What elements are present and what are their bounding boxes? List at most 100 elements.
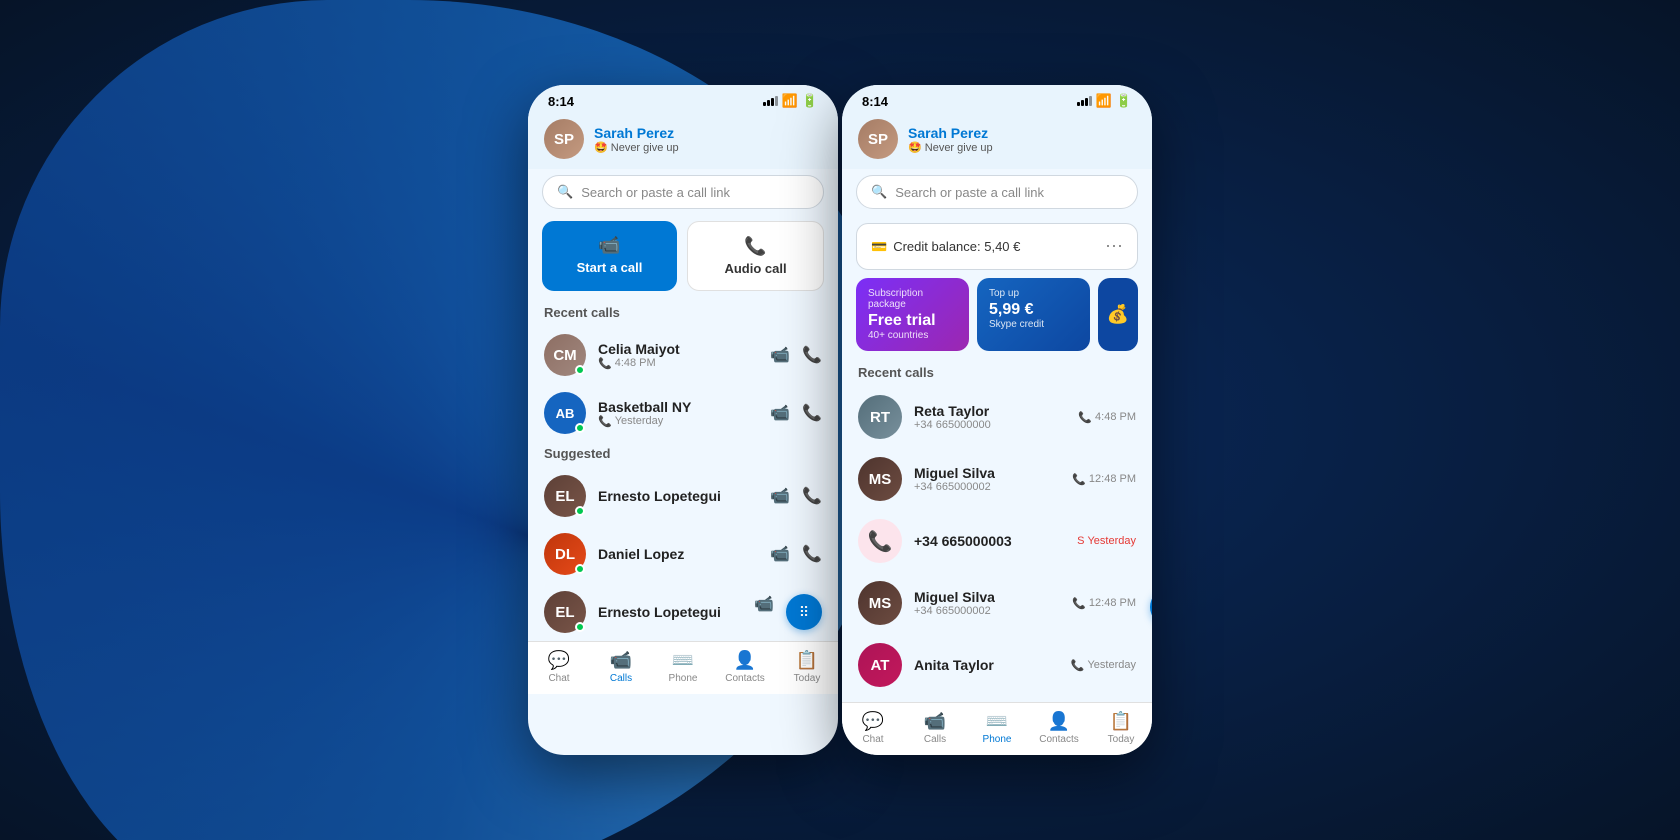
call-time-miguel1: 📞 12:48 PM [1072,473,1136,486]
recent-calls-title-left: Recent calls [528,301,838,326]
nav-today-left[interactable]: 📋 Today [782,650,832,684]
call-anita[interactable]: AT Anita Taylor 📞 Yesterday [842,634,1152,696]
nav-chat-right[interactable]: 💬 Chat [848,711,898,745]
nav-contacts-left[interactable]: 👤 Contacts [720,650,770,684]
nav-calls-left[interactable]: 📹 Calls [596,650,646,684]
contact-ernesto2[interactable]: EL Ernesto Lopetegui 📹 ⠿ [528,583,838,641]
online-indicator [575,365,585,375]
profile-header-left[interactable]: SP Sarah Perez 🤩 Never give up [528,113,838,169]
video-icon-e1[interactable]: 📹 [770,486,790,506]
call-icon-miguel2: 📞 [1072,597,1086,610]
today-label-left: Today [794,673,821,684]
promo-desc-2: Skype credit [989,319,1078,330]
avatar-miguel1: MS [858,457,902,501]
video-icon: 📹 [598,235,620,256]
chat-icon-left: 💬 [548,650,570,671]
time-right: 8:14 [862,94,888,109]
contact-name-daniel: Daniel Lopez [598,546,758,562]
wallet-icon: 💰 [1107,304,1129,325]
avatar-ernesto1: EL [544,475,586,517]
phone-call-icon-2[interactable]: 📞 [802,403,822,423]
audio-icon: 📞 [744,236,766,257]
call-info-reta: Reta Taylor +34 665000000 [914,403,1066,431]
dialpad-fab-right[interactable]: ⠿ [1150,589,1152,625]
bottom-nav-left: 💬 Chat 📹 Calls ⌨️ Phone 👤 Contacts 📋 Tod… [528,641,838,694]
dialpad-fab-left[interactable]: ⠿ [786,594,822,630]
call-icon-2: 📞 [598,415,612,428]
calls-label-left: Calls [610,673,632,684]
profile-status-left: 🤩 Never give up [594,141,822,154]
profile-name-right: Sarah Perez [908,125,1136,141]
call-miguel2[interactable]: MS Miguel Silva +34 665000002 📞 12:48 PM… [842,572,1152,634]
profile-header-right[interactable]: SP Sarah Perez 🤩 Never give up [842,113,1152,169]
contact-daniel[interactable]: DL Daniel Lopez 📹 📞 [528,525,838,583]
promo-card-freetrial[interactable]: Subscription package Free trial 40+ coun… [856,278,969,351]
video-icon-e2[interactable]: 📹 [754,594,774,630]
nav-phone-right[interactable]: ⌨️ Phone [972,711,1022,745]
promo-card-topup[interactable]: Top up 5,99 € Skype credit [977,278,1090,351]
left-phone: 8:14 📶 🔋 SP Sarah Perez � [528,85,838,755]
search-bar-left[interactable]: 🔍 Search or paste a call link [542,175,824,209]
promo-card-extra[interactable]: 💰 [1098,278,1138,351]
start-call-button[interactable]: 📹 Start a call [542,221,677,291]
nav-contacts-right[interactable]: 👤 Contacts [1034,711,1084,745]
video-call-icon-2[interactable]: 📹 [770,403,790,423]
avatar-ernesto2: EL [544,591,586,633]
contact-name-celia: Celia Maiyot [598,341,758,357]
call-miguel1[interactable]: MS Miguel Silva +34 665000002 📞 12:48 PM [842,448,1152,510]
online-indicator-4 [575,564,585,574]
wifi-icon-right: 📶 [1096,93,1112,109]
contact-name-ernesto1: Ernesto Lopetegui [598,488,758,504]
contact-info-ernesto1: Ernesto Lopetegui [598,488,758,504]
video-icon-dl[interactable]: 📹 [770,544,790,564]
audio-call-button[interactable]: 📞 Audio call [687,221,824,291]
search-bar-right[interactable]: 🔍 Search or paste a call link [856,175,1138,209]
contact-info-ernesto2: Ernesto Lopetegui [598,604,742,620]
avatar-phone3: 📞 [858,519,902,563]
nav-today-right[interactable]: 📋 Today [1096,711,1146,745]
promo-title-1: Free trial [868,312,957,330]
phone-call-icon[interactable]: 📞 [802,345,822,365]
nav-phone-left[interactable]: ⌨️ Phone [658,650,708,684]
call-reta[interactable]: RT Reta Taylor +34 665000000 📞 4:48 PM [842,386,1152,448]
nav-calls-right[interactable]: 📹 Calls [910,711,960,745]
profile-info-left: Sarah Perez 🤩 Never give up [594,125,822,154]
call-buttons-left: 📹 Start a call 📞 Audio call [528,217,838,301]
credit-balance-card[interactable]: 💳 Credit balance: 5,40 € ⋯ [856,223,1138,270]
bottom-nav-right: 💬 Chat 📹 Calls ⌨️ Phone 👤 Contacts 📋 Tod… [842,702,1152,755]
chat-label-right: Chat [862,734,883,745]
call-name-number3: +34 665000003 [914,533,1065,549]
calls-icon-left: 📹 [610,650,632,671]
phone-label-left: Phone [669,673,698,684]
profile-name-left: Sarah Perez [594,125,822,141]
avatar-left: SP [544,119,584,159]
contact-basketball[interactable]: AB Basketball NY 📞 Yesterday 📹 📞 [528,384,838,442]
call-time-miguel2: 📞 12:48 PM ⠿ [1072,597,1136,610]
battery-icon-right: 🔋 [1116,93,1132,109]
video-call-icon[interactable]: 📹 [770,345,790,365]
avatar-basketball: AB [544,392,586,434]
call-number3[interactable]: 📞 +34 665000003 S Yesterday [842,510,1152,572]
status-icons-right: 📶 🔋 [1077,93,1132,109]
contact-celia[interactable]: CM Celia Maiyot 📞 4:48 PM 📹 📞 [528,326,838,384]
audio-call-label: Audio call [724,261,786,276]
today-label-right: Today [1108,734,1135,745]
promo-sub-1: Subscription package [868,288,957,310]
call-number-miguel1: +34 665000002 [914,481,1060,493]
status-bar-right: 8:14 📶 🔋 [842,85,1152,113]
phone-icon-e1[interactable]: 📞 [802,486,822,506]
start-call-label: Start a call [577,260,643,275]
call-time-number3: S Yesterday [1077,535,1136,547]
contact-actions-ernesto1: 📹 📞 [770,486,822,506]
credit-more-button[interactable]: ⋯ [1105,236,1123,257]
nav-chat-left[interactable]: 💬 Chat [534,650,584,684]
avatar-daniel: DL [544,533,586,575]
call-number-reta: +34 665000000 [914,419,1066,431]
contact-ernesto1[interactable]: EL Ernesto Lopetegui 📹 📞 [528,467,838,525]
call-time-anita: 📞 Yesterday [1071,659,1136,672]
calls-label-right: Calls [924,734,946,745]
online-indicator-3 [575,506,585,516]
phone-icon-dl[interactable]: 📞 [802,544,822,564]
search-icon-left: 🔍 [557,184,573,200]
call-name-reta: Reta Taylor [914,403,1066,419]
